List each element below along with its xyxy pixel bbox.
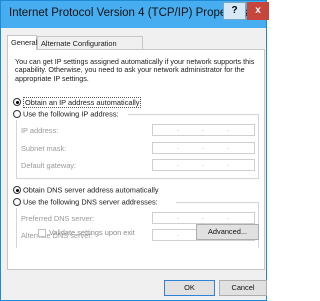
cancel-button[interactable]: Cancel (219, 280, 267, 296)
tab-alternate-configuration[interactable]: Alternate Configuration (37, 36, 143, 49)
default-gateway-input[interactable]: ... (152, 159, 255, 171)
dns-auto-label: Obtain DNS server address automatically (23, 185, 159, 195)
validate-checkbox[interactable] (38, 229, 46, 237)
ip-manual-radio[interactable] (13, 110, 21, 119)
default-gateway-label: Default gateway: (21, 161, 77, 170)
dns-auto-radio[interactable] (13, 186, 21, 195)
dns-group-border-top (176, 202, 258, 203)
dialog-window: Internet Protocol Version 4 (TCP/IP) Pro… (0, 0, 269, 301)
ip-manual-option[interactable]: Use the following IP address: (13, 109, 119, 119)
ip-group-border-bottom (16, 178, 259, 179)
validate-label: Validate settings upon exit (49, 228, 135, 237)
ip-group-border-top (128, 114, 258, 115)
close-button[interactable]: x (247, 2, 269, 20)
ip-address-label: IP address: (21, 126, 59, 135)
dns-auto-option[interactable]: Obtain DNS server address automatically (13, 185, 159, 195)
dns-manual-radio[interactable] (13, 198, 21, 207)
help-button[interactable]: ? (223, 2, 246, 20)
ip-auto-option[interactable]: Obtain an IP address automatically (13, 96, 142, 108)
ip-address-input[interactable]: ... (152, 124, 255, 136)
preferred-dns-label: Preferred DNS server: (21, 214, 95, 223)
ip-group-border-right (258, 114, 259, 178)
advanced-button[interactable]: Advanced... (196, 224, 259, 240)
subnet-mask-label: Subnet mask: (21, 144, 67, 153)
ip-auto-label: Obtain an IP address automatically (23, 96, 142, 108)
subnet-mask-input[interactable]: ... (152, 142, 255, 154)
preferred-dns-input[interactable]: ... (152, 212, 255, 224)
window-title: Internet Protocol Version 4 (TCP/IP) Pro… (9, 7, 249, 19)
ip-group-border-left (16, 120, 17, 178)
ip-manual-label: Use the following IP address: (23, 109, 119, 119)
dns-group-border-left (16, 208, 17, 248)
ok-button[interactable]: OK (164, 280, 215, 296)
description-text: You can get IP settings assigned automat… (15, 57, 255, 83)
dns-manual-label: Use the following DNS server addresses: (23, 197, 158, 207)
ip-auto-radio[interactable] (13, 98, 21, 107)
dns-manual-option[interactable]: Use the following DNS server addresses: (13, 197, 158, 207)
tab-general[interactable]: General (7, 35, 37, 50)
